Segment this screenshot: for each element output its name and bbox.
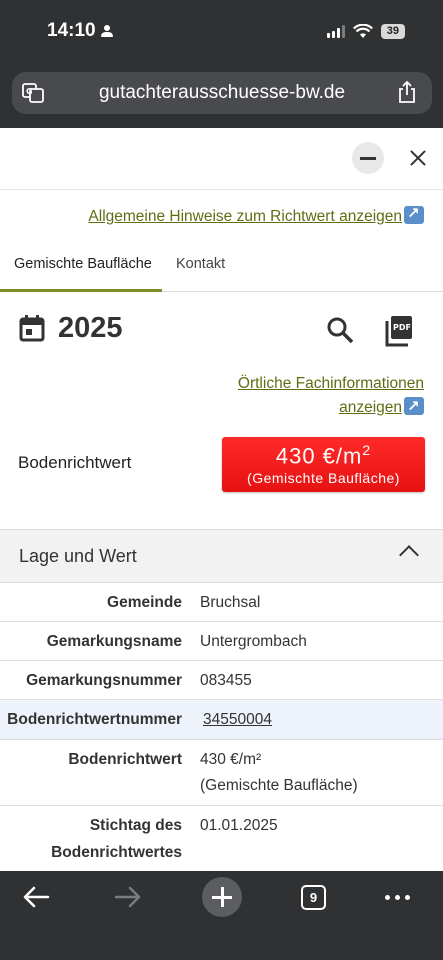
panel-header: [0, 128, 443, 190]
row-key-continued: Bodenrichtwertes: [51, 844, 182, 861]
row-value: 01.01.2025: [200, 817, 278, 834]
share-icon[interactable]: [396, 80, 418, 104]
tab-bar: Gemischte Baufläche Kontakt: [0, 240, 443, 292]
table-row: Stichtag des Bodenrichtwertes 01.01.2025: [0, 806, 443, 871]
row-key: Gemarkungsnummer: [26, 672, 182, 689]
back-arrow-icon[interactable]: [22, 885, 50, 909]
row-key: Stichtag des: [89, 817, 182, 834]
table-row: Gemarkungsnummer 083455: [0, 661, 443, 700]
tab-gemischte-bauflaeche[interactable]: Gemischte Baufläche: [0, 240, 162, 292]
row-key: Bodenrichtwertnummer: [7, 711, 182, 728]
year-label: 2025: [58, 311, 123, 344]
battery-indicator: 39: [380, 24, 405, 39]
local-info-link[interactable]: Örtliche Fachinformationen anzeigen: [194, 372, 424, 420]
bodenrichtwert-badge: 430 €/m2 (Gemischte Baufläche): [222, 437, 425, 492]
row-value: 083455: [200, 672, 252, 689]
url-text[interactable]: gutachterausschuesse-bw.de: [12, 82, 432, 104]
table-row: Bodenrichtwert 430 €/m² (Gemischte Baufl…: [0, 740, 443, 806]
row-value: Untergrombach: [200, 633, 307, 650]
row-value-detail: (Gemischte Baufläche): [200, 777, 358, 794]
browser-toolbar: 9: [0, 871, 443, 960]
bodenrichtwert-value: 430 €/m2: [275, 442, 372, 469]
tab-kontakt[interactable]: Kontakt: [176, 240, 225, 292]
svg-text:PDF: PDF: [393, 323, 411, 332]
minimize-button[interactable]: [352, 142, 384, 174]
row-value: 430 €/m²: [200, 751, 262, 768]
bodenrichtwert-label: Bodenrichtwert: [18, 453, 132, 472]
bodenrichtwertnummer-link[interactable]: 34550004: [203, 711, 272, 729]
general-hints-link[interactable]: Allgemeine Hinweise zum Richtwert anzeig…: [88, 204, 424, 226]
wifi-icon: [352, 24, 373, 38]
status-icons: 39: [326, 24, 405, 39]
clock: 14:10: [47, 20, 96, 41]
table-row: Bodenrichtwertnummer 34550004: [0, 700, 443, 740]
external-link-icon: [404, 395, 424, 419]
row-value: Bruchsal: [200, 594, 261, 611]
bodenrichtwert-usage: (Gemischte Baufläche): [247, 470, 400, 487]
address-bar[interactable]: G gutachterausschuesse-bw.de: [12, 72, 432, 114]
year-row: 2025: [18, 308, 123, 348]
row-key: Gemeinde: [107, 594, 182, 611]
close-button[interactable]: [404, 144, 432, 172]
accordion-title[interactable]: Lage und Wert: [19, 546, 137, 567]
status-time: 14:10: [47, 20, 113, 42]
pdf-icon[interactable]: PDF: [385, 315, 413, 347]
table-row: Gemeinde Bruchsal: [0, 583, 443, 622]
accordion-header-lage-und-wert[interactable]: Lage und Wert: [0, 529, 443, 583]
status-bar: 14:10 39: [0, 0, 443, 64]
cellular-signal-icon: [326, 25, 345, 38]
external-link-icon: [404, 204, 424, 224]
browser-address-area: G gutachterausschuesse-bw.de: [0, 64, 443, 128]
row-key: Gemarkungsname: [46, 633, 182, 650]
calendar-icon: [19, 315, 45, 342]
new-tab-button[interactable]: [202, 877, 242, 917]
row-key: Bodenrichtwert: [68, 751, 182, 768]
person-icon: [100, 25, 113, 37]
tab-switcher-button[interactable]: 9: [301, 885, 326, 910]
table-row: Gemarkungsname Untergrombach: [0, 622, 443, 661]
search-icon[interactable]: [326, 316, 354, 344]
forward-arrow-icon[interactable]: [114, 885, 142, 909]
more-menu-icon[interactable]: [385, 895, 410, 900]
